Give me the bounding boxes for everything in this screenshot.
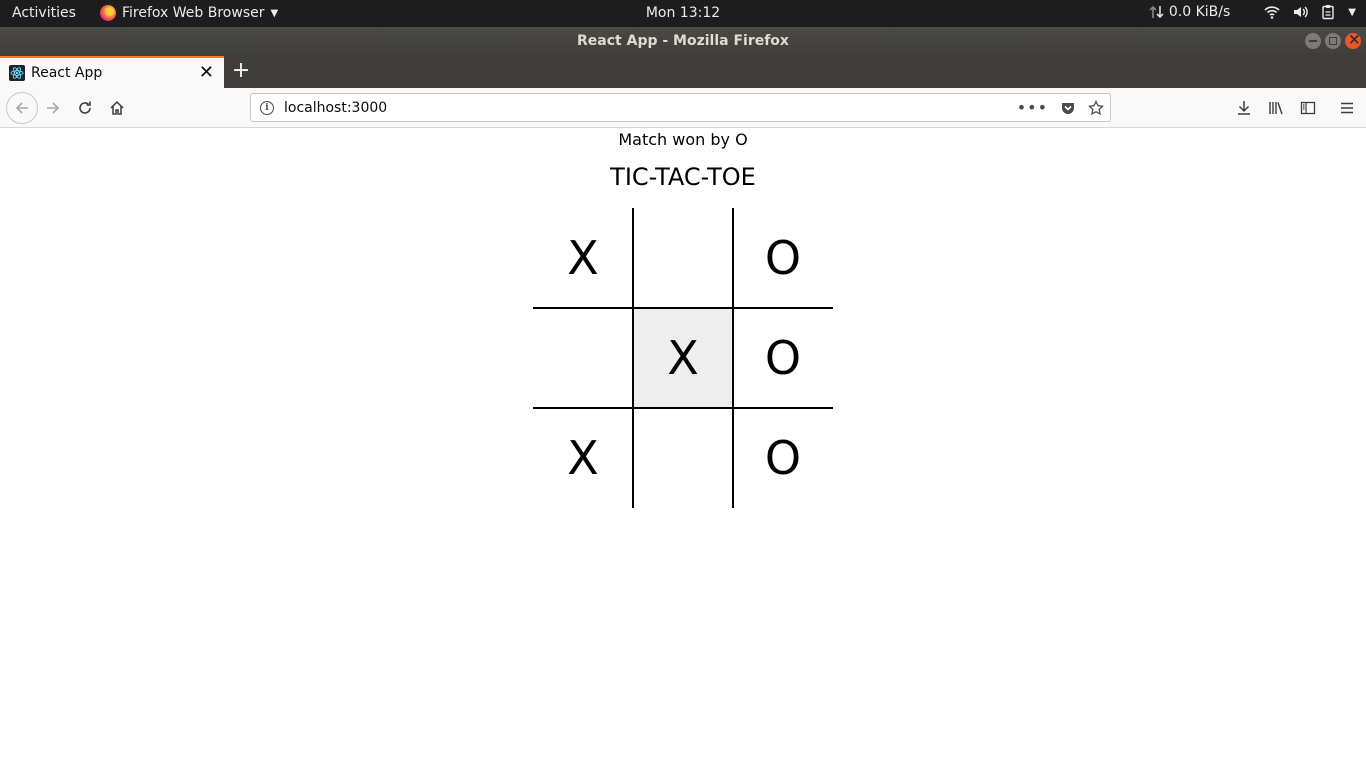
- tab-react-app[interactable]: React App ✕: [0, 56, 224, 88]
- board-cell-8[interactable]: O: [733, 408, 833, 508]
- library-button[interactable]: [1264, 96, 1288, 120]
- arrow-left-icon: [15, 102, 28, 114]
- grid-line-vertical-1: [632, 208, 634, 508]
- grid-line-vertical-2: [732, 208, 734, 508]
- close-tab-icon[interactable]: ✕: [199, 64, 214, 82]
- board-cell-6[interactable]: X: [533, 408, 633, 508]
- system-top-bar: Activities Firefox Web Browser ▼ Mon 13:…: [0, 0, 1366, 27]
- hamburger-menu-icon: [1341, 102, 1353, 114]
- reload-button[interactable]: [73, 96, 97, 120]
- sidebar-button[interactable]: [1296, 96, 1320, 120]
- board-cell-3[interactable]: [533, 308, 633, 408]
- window-title-bar: React App - Mozilla Firefox: [0, 27, 1366, 56]
- transfer-arrows-icon: [1149, 5, 1164, 19]
- arrow-right-icon: [47, 102, 60, 114]
- board-cell-5[interactable]: O: [733, 308, 833, 408]
- battery-clipboard-icon: [1322, 5, 1334, 20]
- react-logo-icon: [9, 65, 25, 81]
- bookmark-star-icon[interactable]: [1088, 99, 1104, 116]
- download-icon: [1238, 101, 1250, 115]
- board-cell-2[interactable]: O: [733, 208, 833, 308]
- system-menu-caret-icon: ▼: [1348, 6, 1356, 18]
- game-title: TIC-TAC-TOE: [610, 163, 756, 191]
- page-content: Match won by O TIC-TAC-TOE X O X O X O: [0, 129, 1366, 768]
- game-board: X O X O X O: [533, 208, 833, 508]
- url-bar[interactable]: i localhost:3000 •••: [250, 93, 1111, 122]
- downloads-button[interactable]: [1232, 96, 1256, 120]
- url-input[interactable]: localhost:3000: [284, 100, 1017, 116]
- back-button[interactable]: [6, 92, 38, 124]
- window-title: React App - Mozilla Firefox: [577, 33, 789, 49]
- board-cell-4[interactable]: X: [633, 308, 733, 408]
- menu-button[interactable]: [1335, 96, 1359, 120]
- home-button[interactable]: [105, 96, 129, 120]
- firefox-icon: [100, 5, 116, 21]
- library-icon: [1269, 102, 1283, 115]
- activities-button[interactable]: Activities: [12, 5, 76, 21]
- tab-title: React App: [31, 65, 103, 81]
- grid-line-horizontal-1: [533, 307, 833, 309]
- clock[interactable]: Mon 13:12: [646, 5, 720, 21]
- new-tab-button[interactable]: +: [230, 59, 252, 83]
- tab-strip: React App ✕ +: [0, 56, 1366, 88]
- network-speed: 0.0 KiB/s: [1168, 4, 1231, 20]
- pocket-icon[interactable]: [1060, 100, 1076, 116]
- grid-line-horizontal-2: [533, 407, 833, 409]
- sidebar-icon: [1300, 101, 1316, 115]
- board-cell-1[interactable]: [633, 208, 733, 308]
- minimize-button[interactable]: [1305, 33, 1321, 49]
- reload-icon: [79, 101, 91, 114]
- network-monitor[interactable]: 0.0 KiB/s: [1149, 4, 1230, 20]
- caret-down-icon: ▼: [270, 7, 279, 19]
- system-tray[interactable]: 0.0 KiB/s ▼: [1149, 4, 1356, 20]
- board-cell-0[interactable]: X: [533, 208, 633, 308]
- game-status: Match won by O: [618, 130, 748, 149]
- app-menu[interactable]: Firefox Web Browser ▼: [100, 5, 278, 21]
- close-window-button[interactable]: [1345, 30, 1361, 49]
- home-icon: [110, 100, 124, 115]
- app-menu-label: Firefox Web Browser: [122, 5, 265, 21]
- navigation-bar: i localhost:3000 •••: [0, 88, 1366, 128]
- forward-button[interactable]: [41, 96, 65, 120]
- maximize-button[interactable]: [1325, 33, 1341, 49]
- board-cell-7[interactable]: [633, 408, 733, 508]
- site-info-icon[interactable]: i: [260, 100, 274, 115]
- volume-icon: [1294, 6, 1309, 18]
- wifi-icon: [1264, 6, 1280, 19]
- page-actions-icon[interactable]: •••: [1017, 98, 1048, 117]
